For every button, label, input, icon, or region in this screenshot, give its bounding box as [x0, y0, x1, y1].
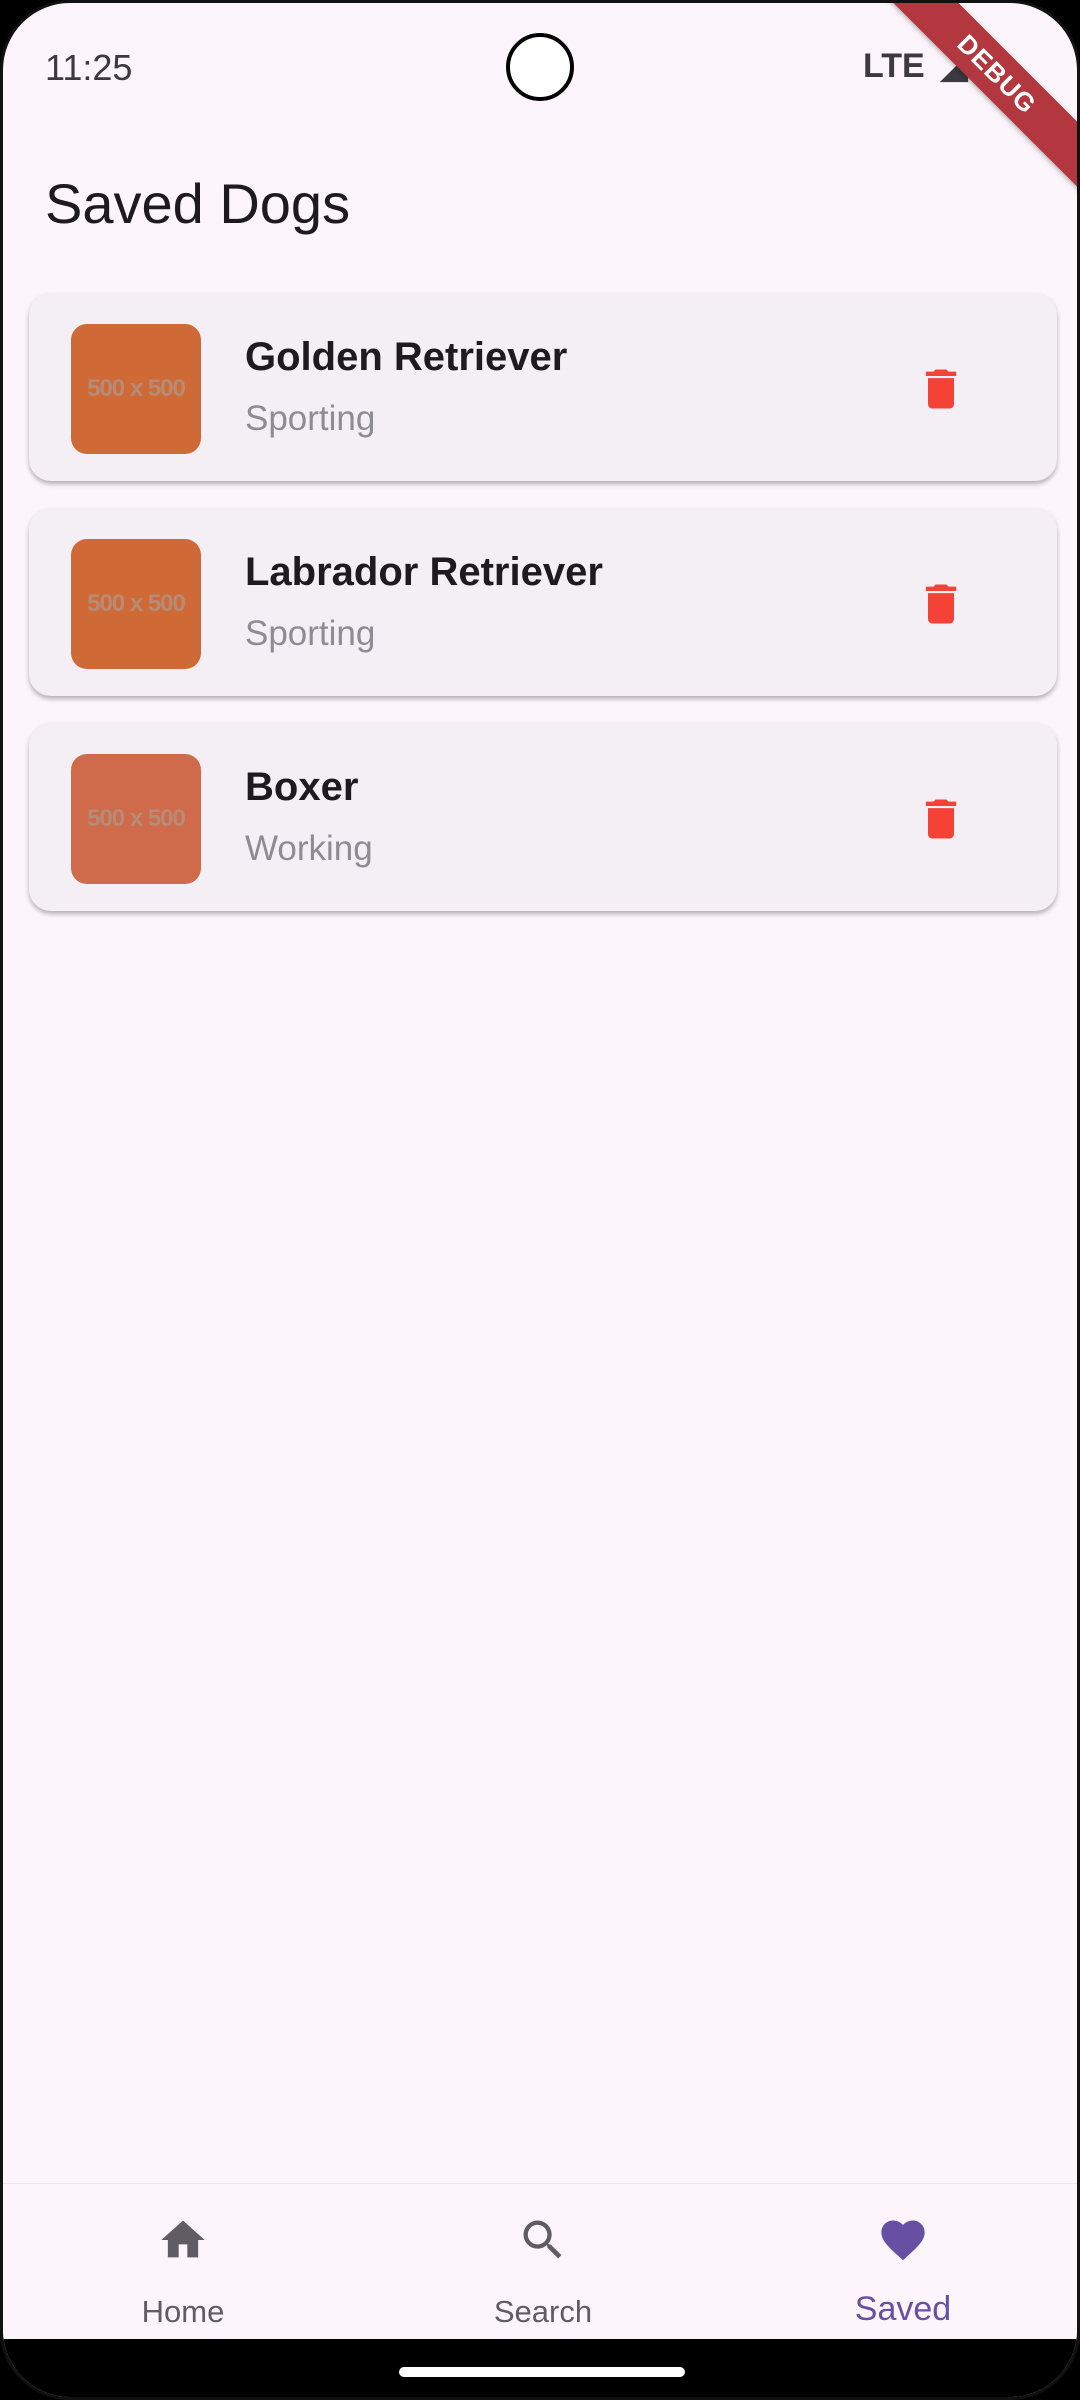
thumbnail-placeholder-text: 500 x 500 — [87, 805, 186, 832]
nav-label-search: Search — [493, 2294, 593, 2329]
page-title: Saved Dogs — [45, 172, 351, 235]
dog-thumbnail: 500 x 500 — [71, 539, 201, 669]
network-type: LTE — [863, 47, 925, 85]
debug-banner: DEBUG — [874, 3, 1077, 197]
gesture-handle[interactable] — [399, 2367, 685, 2377]
status-time: 11:25 — [45, 47, 133, 88]
thumbnail-placeholder-text: 500 x 500 — [87, 375, 186, 402]
dog-thumbnail: 500 x 500 — [71, 754, 201, 884]
trash-icon[interactable] — [915, 791, 967, 847]
search-icon — [523, 2220, 562, 2259]
system-gesture-area — [3, 2339, 1077, 2397]
nav-label-home: Home — [141, 2294, 225, 2329]
dog-name: Labrador Retriever — [245, 550, 603, 594]
dog-group: Sporting — [245, 399, 376, 438]
camera-cutout — [506, 33, 574, 101]
phone-screen: 11:25 LTE DEBUG Saved Dogs 500 x 500 Gol… — [0, 0, 1080, 2400]
dog-card[interactable]: 500 x 500 Golden Retriever Sporting — [29, 293, 1057, 481]
dog-name: Boxer — [245, 765, 359, 809]
nav-label-saved: Saved — [854, 2290, 952, 2328]
nav-item-saved[interactable]: Saved — [783, 2184, 1023, 2340]
dog-card[interactable]: 500 x 500 Boxer Working — [29, 723, 1057, 911]
nav-item-search[interactable]: Search — [423, 2184, 663, 2340]
trash-icon[interactable] — [915, 576, 967, 632]
trash-icon[interactable] — [915, 361, 967, 417]
dog-group: Working — [245, 829, 373, 868]
home-icon — [161, 2220, 205, 2258]
bottom-navigation-bar: Home Search Saved — [3, 2183, 1077, 2340]
status-bar: 11:25 LTE DEBUG — [3, 3, 1077, 197]
thumbnail-placeholder-text: 500 x 500 — [87, 590, 186, 617]
dog-name: Golden Retriever — [245, 335, 568, 379]
dog-group: Sporting — [245, 614, 376, 653]
dog-thumbnail: 500 x 500 — [71, 324, 201, 454]
heart-icon — [881, 2220, 925, 2261]
dog-card[interactable]: 500 x 500 Labrador Retriever Sporting — [29, 508, 1057, 696]
saved-dogs-list: 500 x 500 Golden Retriever Sporting 500 … — [29, 293, 1057, 938]
nav-item-home[interactable]: Home — [63, 2184, 303, 2340]
